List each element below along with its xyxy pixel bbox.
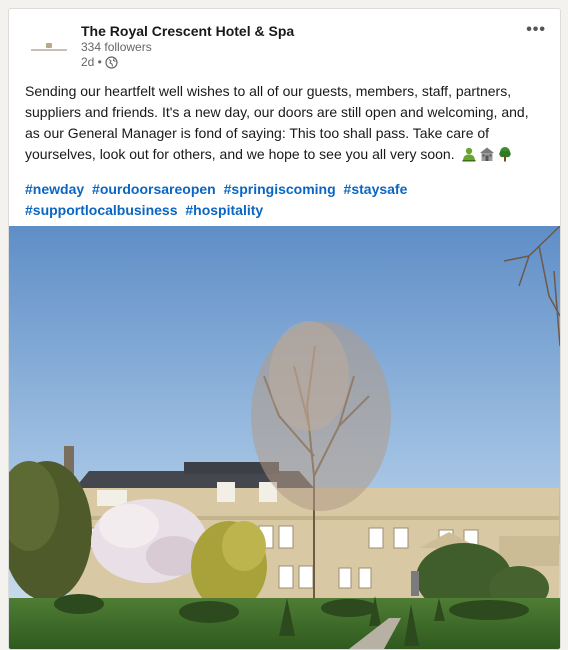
company-logo[interactable] (25, 23, 73, 71)
person-icon (462, 147, 476, 162)
post-meta: 2d • (81, 55, 118, 69)
post-card: The Royal Crescent Hotel & Spa 334 follo… (8, 8, 561, 650)
post-image[interactable] (9, 226, 560, 649)
post-header: The Royal Crescent Hotel & Spa 334 follo… (9, 9, 560, 79)
post-text: Sending our heartfelt well wishes to all… (25, 83, 529, 162)
hashtag-link[interactable]: #staysafe (344, 181, 408, 197)
company-name-link[interactable]: The Royal Crescent Hotel & Spa (81, 23, 294, 39)
tree-icon (499, 147, 512, 162)
hashtag-link[interactable]: #newday (25, 181, 84, 197)
follower-count: 334 followers (81, 40, 152, 54)
globe-icon (105, 55, 118, 69)
post-age: 2d • (81, 55, 102, 69)
hashtag-link[interactable]: #ourdoorsareopen (92, 181, 216, 197)
hashtag-link[interactable]: #supportlocalbusiness (25, 202, 177, 218)
hotel-crest-icon (30, 40, 68, 54)
hashtag-link[interactable]: #hospitality (185, 202, 263, 218)
emoji-row (461, 146, 513, 162)
hashtag-link[interactable]: #springiscoming (224, 181, 336, 197)
post-body: Sending our heartfelt well wishes to all… (25, 81, 547, 165)
more-options-button[interactable]: ••• (526, 21, 546, 39)
hashtag-list: #newday #ourdoorsareopen #springiscoming… (25, 179, 547, 221)
house-icon (480, 147, 495, 161)
